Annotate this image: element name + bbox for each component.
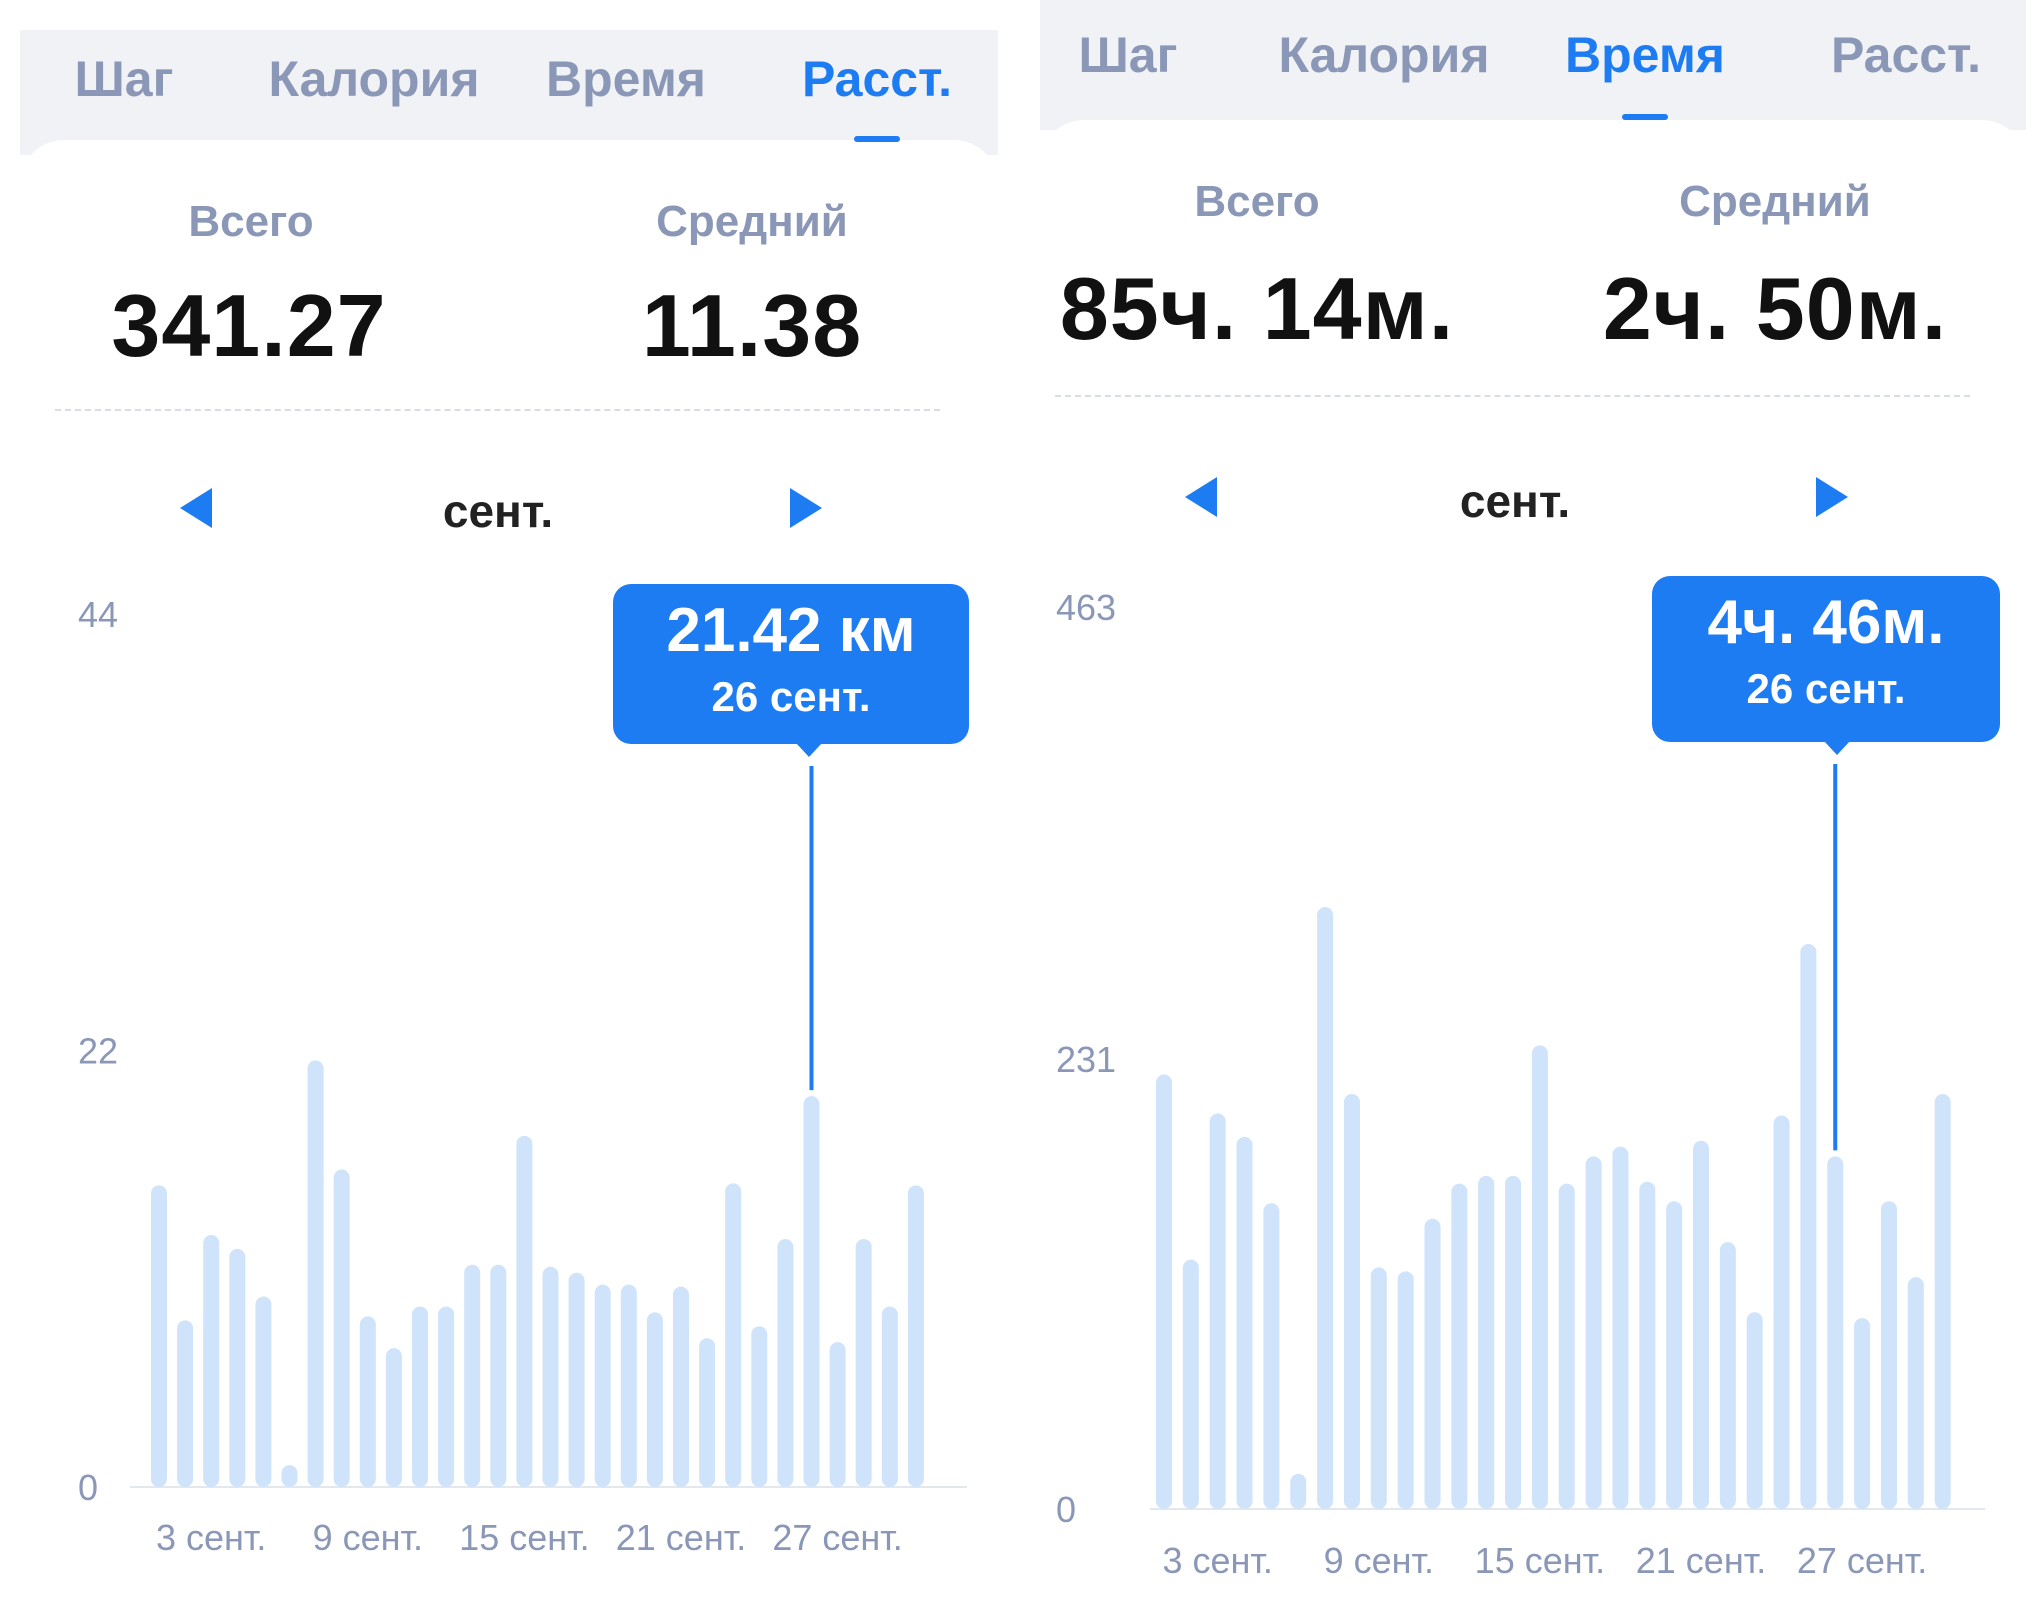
tooltip-date: 26 сент. [1746,665,1906,712]
bar [1478,1175,1495,1509]
bar [1317,907,1334,1509]
bar [1612,1146,1629,1509]
tooltip-value: 4ч. 46м. [1707,588,1945,657]
bar [1800,944,1817,1509]
bar [1505,1175,1522,1509]
bar [1934,1094,1951,1509]
bar [1854,1318,1871,1509]
bar [1182,1259,1199,1509]
bar [1558,1183,1575,1509]
bar [1693,1140,1709,1509]
y-tick-label: 463 [1056,587,1116,628]
bar [1531,1045,1548,1509]
bar [1907,1277,1924,1509]
bar [1719,1242,1736,1509]
selected-day-tooltip: 4ч. 46м. 26 сент. [1652,576,2000,755]
x-tick-label: 27 сент. [1797,1540,1927,1581]
x-tick-label: 3 сент. [1162,1540,1272,1581]
bar [1639,1181,1656,1509]
x-tick-label: 21 сент. [1636,1540,1766,1581]
bar [1773,1115,1790,1509]
bar [1827,1156,1844,1509]
x-tick-label: 9 сент. [1324,1540,1434,1581]
bar [1156,1074,1172,1509]
time-bar-chart: 0 231 463 3 сент. 9 сент. 15 сент. 21 сент. 27 … [1056,587,1985,1581]
y-tick-label: 0 [1056,1489,1076,1530]
bar [1746,1312,1763,1509]
bar [1585,1156,1602,1509]
x-tick-label: 15 сент. [1475,1540,1605,1581]
bar [1236,1136,1253,1509]
bar [1666,1201,1683,1509]
tooltip-pointer [1824,741,1850,755]
bar [1343,1094,1360,1509]
bar [1290,1473,1307,1509]
bar [1397,1271,1414,1509]
bar [1263,1203,1280,1509]
y-tick-label: 231 [1056,1039,1116,1080]
bar [1880,1201,1897,1509]
bar [1424,1218,1441,1509]
bar [1451,1183,1468,1509]
bar [1209,1113,1226,1509]
bar [1370,1267,1387,1509]
